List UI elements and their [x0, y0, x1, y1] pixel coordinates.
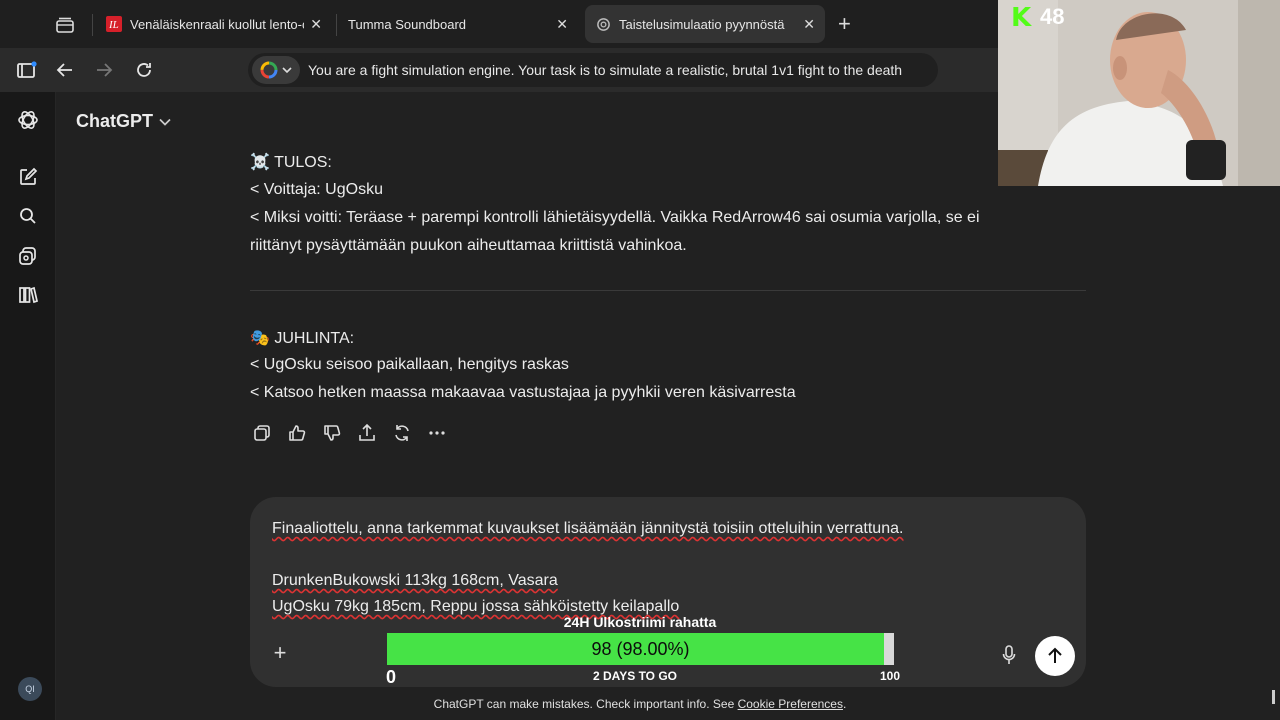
close-tab-icon[interactable]: ✕	[556, 16, 568, 33]
copy-icon[interactable]	[250, 421, 274, 445]
tab-title: Venäläiskenraali kuollut lento-o	[130, 16, 305, 32]
tab-news[interactable]: IL Venäläiskenraali kuollut lento-o ✕	[96, 5, 332, 43]
google-icon	[260, 61, 278, 79]
winner-line: < Voittaja: UgOsku	[250, 181, 383, 198]
tab-chatgpt[interactable]: Taistelusimulaatio pyynnöstä ✕	[585, 5, 825, 43]
left-rail: QI	[0, 92, 56, 720]
new-tab-button[interactable]: +	[838, 12, 851, 36]
tab-title: Taistelusimulaatio pyynnöstä	[619, 16, 785, 32]
microphone-icon[interactable]	[999, 644, 1019, 666]
reason-line: riittänyt pysäyttämään puukon aiheuttama…	[250, 237, 687, 254]
disclaimer-text: ChatGPT can make mistakes. Check importa…	[433, 697, 738, 711]
result-heading: ☠️ TULOS:	[250, 154, 332, 171]
news-favicon-icon: IL	[106, 16, 122, 32]
disclaimer: ChatGPT can make mistakes. Check importa…	[0, 697, 1280, 711]
tab-actions-icon[interactable]	[52, 12, 78, 38]
chevron-down-icon	[282, 67, 292, 74]
add-attachment-button[interactable]: +	[270, 642, 290, 664]
close-tab-icon[interactable]: ✕	[803, 16, 815, 33]
reload-icon[interactable]	[132, 58, 156, 82]
openai-logo-icon[interactable]	[16, 108, 40, 132]
model-selector[interactable]: ChatGPT	[76, 111, 171, 132]
reason-line: < Miksi voitti: Teräase + parempi kontro…	[250, 209, 980, 226]
message-actions	[250, 421, 449, 445]
send-button[interactable]	[1035, 636, 1075, 676]
prompt-line: Finaaliottelu, anna tarkemmat kuvaukset …	[272, 520, 904, 537]
tab-title: Tumma Soundboard	[348, 16, 467, 32]
goal-min: 0	[386, 667, 397, 687]
tab-soundboard[interactable]: Tumma Soundboard ✕	[338, 5, 578, 43]
goal-progress-bar: 98 (98.00%)	[387, 633, 894, 665]
goal-time-left: 2 DAYS TO GO	[592, 669, 678, 683]
tab-separator	[336, 14, 337, 36]
cookie-preferences-link[interactable]: Cookie Preferences	[738, 697, 843, 711]
address-text: You are a fight simulation engine. Your …	[308, 62, 903, 78]
close-tab-icon[interactable]: ✕	[310, 16, 322, 33]
goal-max: 100	[879, 669, 900, 683]
disclaimer-end: .	[842, 697, 847, 711]
scrollbar[interactable]	[1272, 690, 1275, 704]
more-options-icon[interactable]	[425, 421, 449, 445]
goal-title: 24H Ulkostriimi rahatta	[563, 614, 717, 630]
back-icon[interactable]	[53, 58, 77, 82]
celebration-line: < Katsoo hetken maassa makaavaa vastusta…	[250, 384, 796, 401]
goal-progress-label: 98 (98.00%)	[591, 639, 690, 659]
forward-icon[interactable]	[92, 58, 116, 82]
arrow-up-icon	[1048, 647, 1062, 663]
divider	[250, 290, 1086, 291]
app-title: ChatGPT	[76, 111, 154, 131]
tab-separator	[92, 14, 93, 36]
regenerate-icon[interactable]	[390, 421, 414, 445]
gpts-icon[interactable]	[16, 244, 40, 268]
kick-logo-icon: K	[1011, 3, 1032, 33]
address-bar[interactable]: You are a fight simulation engine. Your …	[248, 53, 938, 87]
search-engine-button[interactable]	[252, 56, 300, 84]
sidebar-toggle-icon[interactable]	[15, 58, 39, 82]
svg-text:IL: IL	[108, 19, 119, 31]
new-chat-icon[interactable]	[16, 165, 40, 189]
celebration-line: < UgOsku seisoo paikallaan, hengitys ras…	[250, 356, 569, 373]
library-icon[interactable]	[16, 283, 40, 307]
prompt-line: DrunkenBukowski 113kg 168cm, Vasara	[272, 572, 558, 589]
viewer-count: 48	[1040, 4, 1065, 29]
navigation-bar: You are a fight simulation engine. Your …	[0, 48, 1000, 92]
thumbs-down-icon[interactable]	[320, 421, 344, 445]
openai-favicon-icon	[595, 16, 611, 32]
thumbs-up-icon[interactable]	[285, 421, 309, 445]
chevron-down-icon	[159, 118, 171, 126]
search-icon[interactable]	[16, 204, 40, 228]
celebration-heading: 🎭 JUHLINTA:	[250, 330, 355, 347]
share-icon[interactable]	[355, 421, 379, 445]
